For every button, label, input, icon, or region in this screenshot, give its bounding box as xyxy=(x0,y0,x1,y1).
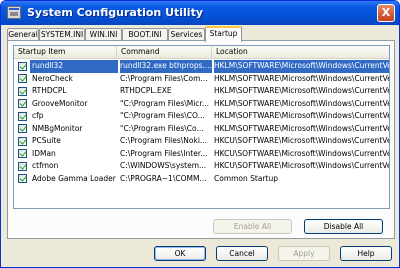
list-row[interactable]: RTHDCPL RTHDCPL.EXE HKLM\SOFTWARE\Micros… xyxy=(14,85,389,98)
row-command: C:\Program Files\Noki... xyxy=(120,136,208,145)
row-command: C:\PROGRA~1\COMM... xyxy=(120,173,207,183)
system-config-window: System Configuration Utility X General S… xyxy=(0,0,400,268)
row-startup-item: Adobe Gamma Loader xyxy=(32,173,116,183)
close-button[interactable]: X xyxy=(377,4,395,22)
help-button[interactable]: Help xyxy=(340,246,392,261)
list-row[interactable]: IDMan C:\Program Files\Inter... HKCU\SOF… xyxy=(14,148,389,161)
row-command: C:\Program Files\Inter... xyxy=(120,148,208,158)
row-startup-item: IDMan xyxy=(32,148,56,158)
row-command: RTHDCPL.EXE xyxy=(120,86,172,95)
row-command: rundll32.exe bthprops.... xyxy=(120,60,212,73)
row-startup-item: RTHDCPL xyxy=(32,86,67,95)
row-checkbox[interactable] xyxy=(18,61,27,71)
row-startup-item: NeroCheck xyxy=(32,73,73,83)
column-header-command[interactable]: Command xyxy=(117,46,212,59)
row-location: HKCU\SOFTWARE\Microsoft\Windows\CurrentV… xyxy=(214,148,389,158)
row-checkbox[interactable] xyxy=(18,174,27,183)
window-title: System Configuration Utility xyxy=(27,6,203,19)
row-location: HKLM\SOFTWARE\Microsoft\Windows\CurrentV… xyxy=(214,98,389,108)
list-row[interactable]: Adobe Gamma Loader C:\PROGRA~1\COMM... C… xyxy=(14,173,389,186)
row-command: C:\WINDOWS\system... xyxy=(120,161,207,170)
list-row[interactable]: ctfmon C:\WINDOWS\system... HKCU\SOFTWAR… xyxy=(14,160,389,173)
row-startup-item: PCSuite xyxy=(32,136,61,145)
tab-strip: General SYSTEM.INI WIN.INI BOOT.INI Serv… xyxy=(7,26,397,42)
list-row[interactable]: cfp "C:\Program Files\CO... HKLM\SOFTWAR… xyxy=(14,110,389,123)
disable-all-button[interactable]: Disable All xyxy=(304,219,383,234)
row-checkbox[interactable] xyxy=(18,161,27,171)
list-row[interactable]: NeroCheck C:\Program Files\Com... HKLM\S… xyxy=(14,73,389,86)
row-startup-item: ctfmon xyxy=(32,161,59,170)
row-location: HKLM\SOFTWARE\Microsoft\Windows\CurrentV… xyxy=(214,73,389,83)
row-checkbox[interactable] xyxy=(18,86,27,96)
list-row[interactable]: GrooveMonitor "C:\Program Files\Micr... … xyxy=(14,98,389,111)
row-location: HKCU\SOFTWARE\Microsoft\Windows\CurrentV… xyxy=(214,136,389,145)
row-location: HKLM\SOFTWARE\Microsoft\Windows\CurrentV… xyxy=(214,60,389,73)
column-header-location[interactable]: Location xyxy=(212,46,389,59)
app-icon xyxy=(7,6,21,19)
ok-button[interactable]: OK xyxy=(154,246,206,261)
row-startup-item: cfp xyxy=(32,111,44,120)
row-checkbox[interactable] xyxy=(18,99,27,108)
row-checkbox[interactable] xyxy=(18,136,27,146)
enable-all-button[interactable]: Enable All xyxy=(213,219,292,234)
list-row[interactable]: NMBgMonitor "C:\Program Files\Co... HKLM… xyxy=(14,123,389,136)
column-header-startup-item[interactable]: Startup Item xyxy=(14,46,117,59)
row-checkbox[interactable] xyxy=(18,149,27,158)
row-command: "C:\Program Files\Co... xyxy=(120,123,204,133)
tab-startup[interactable]: Startup xyxy=(205,26,242,42)
row-checkbox[interactable] xyxy=(18,124,27,133)
row-location: Common Startup xyxy=(214,173,278,183)
list-row[interactable]: PCSuite C:\Program Files\Noki... HKCU\SO… xyxy=(14,135,389,148)
row-location: HKLM\SOFTWARE\Microsoft\Windows\CurrentV… xyxy=(214,111,389,120)
list-rows: rundll32 rundll32.exe bthprops.... HKLM\… xyxy=(14,60,389,185)
row-startup-item: GrooveMonitor xyxy=(32,98,88,108)
startup-list[interactable]: Startup Item Command Location rundll32 r… xyxy=(13,45,390,209)
cancel-button[interactable]: Cancel xyxy=(216,246,268,261)
row-command: C:\Program Files\Com... xyxy=(120,73,208,83)
row-command: "C:\Program Files\CO... xyxy=(120,111,205,120)
title-bar[interactable]: System Configuration Utility X xyxy=(1,1,399,25)
row-checkbox[interactable] xyxy=(18,111,27,121)
row-location: HKCU\SOFTWARE\Microsoft\Windows\CurrentV… xyxy=(214,161,389,170)
row-startup-item: NMBgMonitor xyxy=(32,123,83,133)
list-header: Startup Item Command Location xyxy=(14,46,389,59)
list-row[interactable]: rundll32 rundll32.exe bthprops.... HKLM\… xyxy=(14,60,389,73)
row-location: HKLM\SOFTWARE\Microsoft\Windows\CurrentV… xyxy=(214,86,389,95)
apply-button[interactable]: Apply xyxy=(278,246,330,261)
row-checkbox[interactable] xyxy=(18,74,27,83)
row-location: HKLM\SOFTWARE\Microsoft\Windows\CurrentV… xyxy=(214,123,389,133)
startup-panel: Startup Item Command Location rundll32 r… xyxy=(7,40,395,239)
row-command: "C:\Program Files\Micr... xyxy=(120,98,209,108)
row-startup-item: rundll32 xyxy=(30,60,118,73)
